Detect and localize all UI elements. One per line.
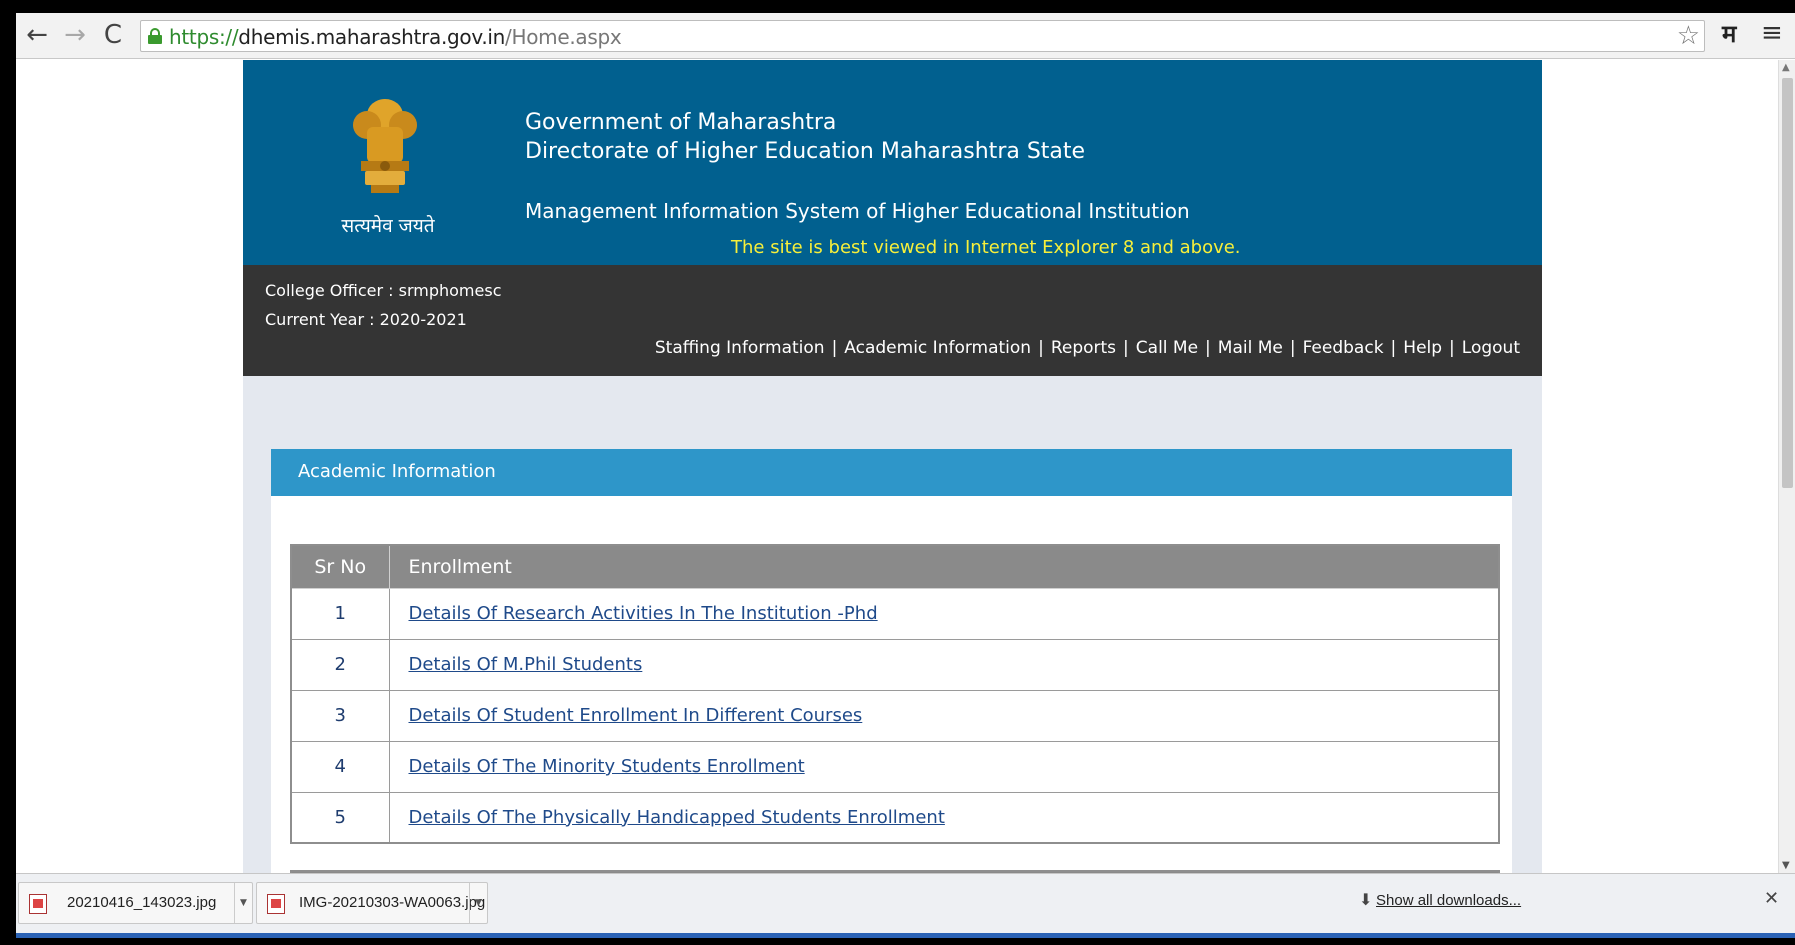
- nav-separator: |: [1205, 338, 1211, 358]
- nav-link-mail-me[interactable]: Mail Me: [1218, 338, 1283, 358]
- enrollment-header: Enrollment: [388, 544, 1500, 589]
- browser-notice: The site is best viewed in Internet Expl…: [731, 237, 1241, 258]
- panel-title: Academic Information: [271, 449, 1512, 496]
- directorate-title: Directorate of Higher Education Maharash…: [525, 139, 1086, 164]
- url-host: dhemis.maharashtra.gov.in: [238, 25, 506, 49]
- row-srno: 1: [290, 587, 390, 640]
- table-row: 4 Details Of The Minority Students Enroll…: [290, 740, 1500, 793]
- academic-information-panel: Academic Information Sr No Enrollment 1D…: [271, 449, 1512, 873]
- back-button[interactable]: ←: [22, 21, 52, 51]
- top-navigation: Staffing Information | Academic Informatio…: [655, 338, 1520, 358]
- chevron-down-icon[interactable]: ▼: [234, 883, 252, 923]
- user-bar: College Officer : srmphomesc Current Yea…: [243, 265, 1542, 376]
- row-srno: 5: [290, 791, 390, 844]
- nav-link-feedback[interactable]: Feedback: [1303, 338, 1384, 358]
- download-filename: IMG-20210303-WA0063.jpg: [299, 894, 486, 911]
- download-item[interactable]: 20210416_143023.jpg ▼: [18, 882, 253, 924]
- nav-separator: |: [1390, 338, 1397, 358]
- row-enrollment-cell: Details Of The Physically Handicapped St…: [388, 791, 1500, 844]
- download-icon: ⬇: [1359, 890, 1373, 909]
- image-file-icon: [267, 894, 285, 914]
- nav-link-staffing-information[interactable]: Staffing Information: [655, 338, 825, 358]
- scroll-up-icon[interactable]: ▲: [1782, 62, 1790, 73]
- row-srno: 2: [290, 638, 390, 691]
- nav-separator: |: [1038, 338, 1044, 358]
- enrollment-link[interactable]: Details Of Student Enrollment In Differe…: [409, 705, 863, 726]
- lock-icon: [148, 28, 162, 44]
- screen-frame: ← → C https://dhemis.maharashtra.gov.in/…: [0, 0, 1795, 945]
- table-row: 1 Details Of Research Activities In The I…: [290, 587, 1500, 640]
- table-row: 2 Details Of M.Phil Students: [290, 638, 1500, 691]
- bookmark-star-icon[interactable]: ☆: [1677, 21, 1700, 51]
- chevron-down-icon[interactable]: ▼: [469, 883, 487, 923]
- nav-separator: |: [1289, 338, 1296, 358]
- state-emblem-icon: [353, 99, 417, 193]
- row-enrollment-cell: Details Of Student Enrollment In Differe…: [388, 689, 1500, 742]
- nav-separator: |: [1449, 338, 1455, 358]
- vertical-scrollbar[interactable]: ▲ ▼: [1778, 60, 1795, 873]
- scrollbar-thumb[interactable]: [1782, 78, 1793, 488]
- browser-window: ← → C https://dhemis.maharashtra.gov.in/…: [16, 13, 1795, 938]
- site-header: सत्यमेव जयते Government of Maharashtra D…: [243, 60, 1542, 265]
- enrollment-link[interactable]: Details Of M.Phil Students: [409, 654, 643, 675]
- nav-separator: |: [1123, 338, 1129, 358]
- close-icon[interactable]: ✕: [1764, 888, 1779, 909]
- menu-icon[interactable]: ≡: [1761, 18, 1783, 48]
- download-filename: 20210416_143023.jpg: [67, 894, 217, 911]
- reload-button[interactable]: C: [98, 21, 128, 51]
- taskbar-strip: [16, 933, 1795, 938]
- row-srno: 3: [290, 689, 390, 742]
- government-title: Government of Maharashtra: [525, 110, 837, 135]
- enrollment-link[interactable]: Details Of The Minority Students Enrollm…: [409, 756, 805, 777]
- table-row: 5 Details Of The Physically Handicapped S…: [290, 791, 1500, 844]
- url-text[interactable]: https://dhemis.maharashtra.gov.in/Home.a…: [169, 25, 622, 49]
- nav-link-call-me[interactable]: Call Me: [1136, 338, 1198, 358]
- nav-link-logout[interactable]: Logout: [1462, 338, 1520, 358]
- srno-header: Sr No: [290, 544, 390, 589]
- forward-button[interactable]: →: [60, 21, 90, 51]
- scroll-down-icon[interactable]: ▼: [1782, 860, 1790, 871]
- nav-link-academic-information[interactable]: Academic Information: [844, 338, 1031, 358]
- show-all-downloads-link[interactable]: Show all downloads...: [1376, 892, 1521, 909]
- downloads-bar: 20210416_143023.jpg ▼ IMG-20210303-WA006…: [16, 873, 1795, 933]
- address-bar[interactable]: https://dhemis.maharashtra.gov.in/Home.a…: [140, 20, 1705, 52]
- nav-separator: |: [831, 338, 838, 358]
- emblem-motto: सत्यमेव जयते: [341, 215, 435, 237]
- row-enrollment-cell: Details Of M.Phil Students: [388, 638, 1500, 691]
- page-viewport: सत्यमेव जयते Government of Maharashtra D…: [16, 60, 1778, 873]
- table-row: 3 Details Of Student Enrollment In Differ…: [290, 689, 1500, 742]
- row-srno: 4: [290, 740, 390, 793]
- image-file-icon: [29, 894, 47, 914]
- url-scheme: https://: [169, 25, 239, 49]
- enrollment-link[interactable]: Details Of Research Activities In The In…: [409, 603, 878, 624]
- language-icon[interactable]: म: [1722, 19, 1736, 49]
- current-year-label: Current Year : 2020-2021: [265, 310, 467, 329]
- nav-link-help[interactable]: Help: [1403, 338, 1442, 358]
- download-item[interactable]: IMG-20210303-WA0063.jpg ▼: [256, 882, 488, 924]
- nav-link-reports[interactable]: Reports: [1051, 338, 1116, 358]
- enrollment-table: Sr No Enrollment 1 Details Of Research Ac…: [290, 544, 1500, 844]
- url-path: /Home.aspx: [505, 25, 622, 49]
- college-officer-label: College Officer : srmphomesc: [265, 281, 502, 300]
- row-enrollment-cell: Details Of Research Activities In The In…: [388, 587, 1500, 640]
- page-container: सत्यमेव जयते Government of Maharashtra D…: [243, 60, 1542, 873]
- table-header-row: Sr No Enrollment: [290, 544, 1500, 589]
- mis-title: Management Information System of Higher …: [525, 199, 1190, 223]
- enrollment-link[interactable]: Details Of The Physically Handicapped St…: [409, 807, 945, 828]
- browser-toolbar: ← → C https://dhemis.maharashtra.gov.in/…: [16, 13, 1795, 59]
- row-enrollment-cell: Details Of The Minority Students Enrollm…: [388, 740, 1500, 793]
